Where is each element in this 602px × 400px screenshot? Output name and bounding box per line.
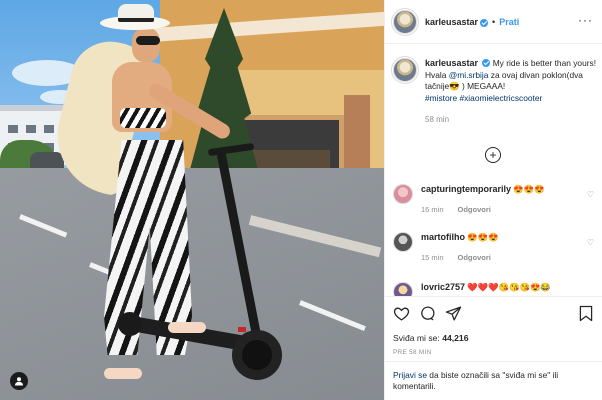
likes-number[interactable]: 44,216	[442, 333, 468, 343]
comment-time[interactable]: 15 min	[421, 253, 444, 262]
header-separator: •	[492, 16, 496, 27]
woman-foot	[168, 322, 206, 333]
comment-username[interactable]: martofilho	[421, 232, 465, 242]
post-header: karleusastar • Prati ···	[385, 0, 602, 44]
comment-time[interactable]: 16 min	[421, 205, 444, 214]
caption-text: My ride is better than yours!	[492, 58, 597, 68]
scooter-rear-wheel	[118, 312, 142, 336]
comment-text: 😍😍😍	[513, 184, 545, 194]
comments-section[interactable]: karleusastar My ride is better than your…	[385, 44, 602, 296]
caption-time[interactable]: 58 min	[425, 114, 598, 126]
avatar[interactable]	[393, 58, 417, 82]
scooter-red-accent	[238, 327, 246, 332]
comment-item: martofilho 😍😍😍 15 min Odgovori ♡	[393, 232, 598, 263]
hat-crown	[118, 4, 154, 22]
login-link[interactable]: Prijavi se	[393, 370, 427, 380]
login-prompt: Prijavi se da biste označili sa "sviđa m…	[385, 361, 602, 400]
hashtag-link[interactable]: #xiaomielectricscooter	[459, 93, 542, 103]
woman-face	[132, 28, 160, 62]
more-options-icon[interactable]: ···	[578, 14, 593, 26]
avatar[interactable]	[393, 282, 413, 296]
comment-item: lovric2757 ❤️❤️❤️😘😘😘😍😂	[393, 282, 598, 296]
avatar[interactable]	[393, 232, 413, 252]
caption-username[interactable]: karleusastar	[425, 58, 478, 68]
post-side-panel: karleusastar • Prati ··· karleusastar My…	[384, 0, 602, 400]
post-actions: Sviđa mi se: 44,216 PRE 58 MIN Prijavi s…	[385, 296, 602, 400]
comment-text: 😍😍😍	[467, 232, 499, 242]
share-icon[interactable]	[445, 305, 462, 327]
header-username[interactable]: karleusastar	[425, 17, 478, 27]
user-tag-icon[interactable]	[10, 372, 28, 390]
comment-username[interactable]: lovric2757	[421, 282, 465, 292]
comment-item: capturingtemporarily 😍😍😍 16 min Odgovori …	[393, 184, 598, 215]
zebra-top	[120, 108, 166, 128]
follow-button[interactable]: Prati	[499, 17, 519, 27]
heart-icon[interactable]: ♡	[587, 190, 594, 199]
sunglasses	[136, 36, 160, 45]
likes-label: Sviđa mi se:	[393, 333, 443, 343]
bookmark-icon[interactable]	[579, 305, 593, 327]
mention-link[interactable]: @mi.srbija	[449, 70, 489, 80]
hashtag-link[interactable]: #mistore	[425, 93, 457, 103]
scooter-front-wheel	[232, 330, 282, 380]
road-shading	[0, 168, 384, 400]
heart-icon[interactable]	[393, 305, 410, 327]
woman-foot	[104, 368, 142, 379]
posted-time[interactable]: PRE 58 MIN	[393, 349, 432, 356]
load-more-comments-icon[interactable]: +	[485, 147, 501, 163]
comment-text: ❤️❤️❤️😘😘😘😍😂	[467, 282, 551, 292]
verified-badge-icon	[480, 18, 489, 27]
caption-text: Hvala	[425, 69, 449, 80]
comment-username[interactable]: capturingtemporarily	[421, 184, 511, 194]
avatar[interactable]	[393, 9, 417, 34]
reply-button[interactable]: Odgovori	[458, 253, 491, 262]
post-photo[interactable]	[0, 0, 384, 400]
reply-button[interactable]: Odgovori	[458, 205, 491, 214]
post-caption: karleusastar My ride is better than your…	[393, 58, 598, 126]
heart-icon[interactable]: ♡	[587, 238, 594, 247]
likes-count[interactable]: Sviđa mi se: 44,216	[393, 333, 469, 343]
comment-icon[interactable]	[419, 305, 436, 327]
avatar[interactable]	[393, 184, 413, 204]
verified-badge-icon	[482, 59, 491, 67]
